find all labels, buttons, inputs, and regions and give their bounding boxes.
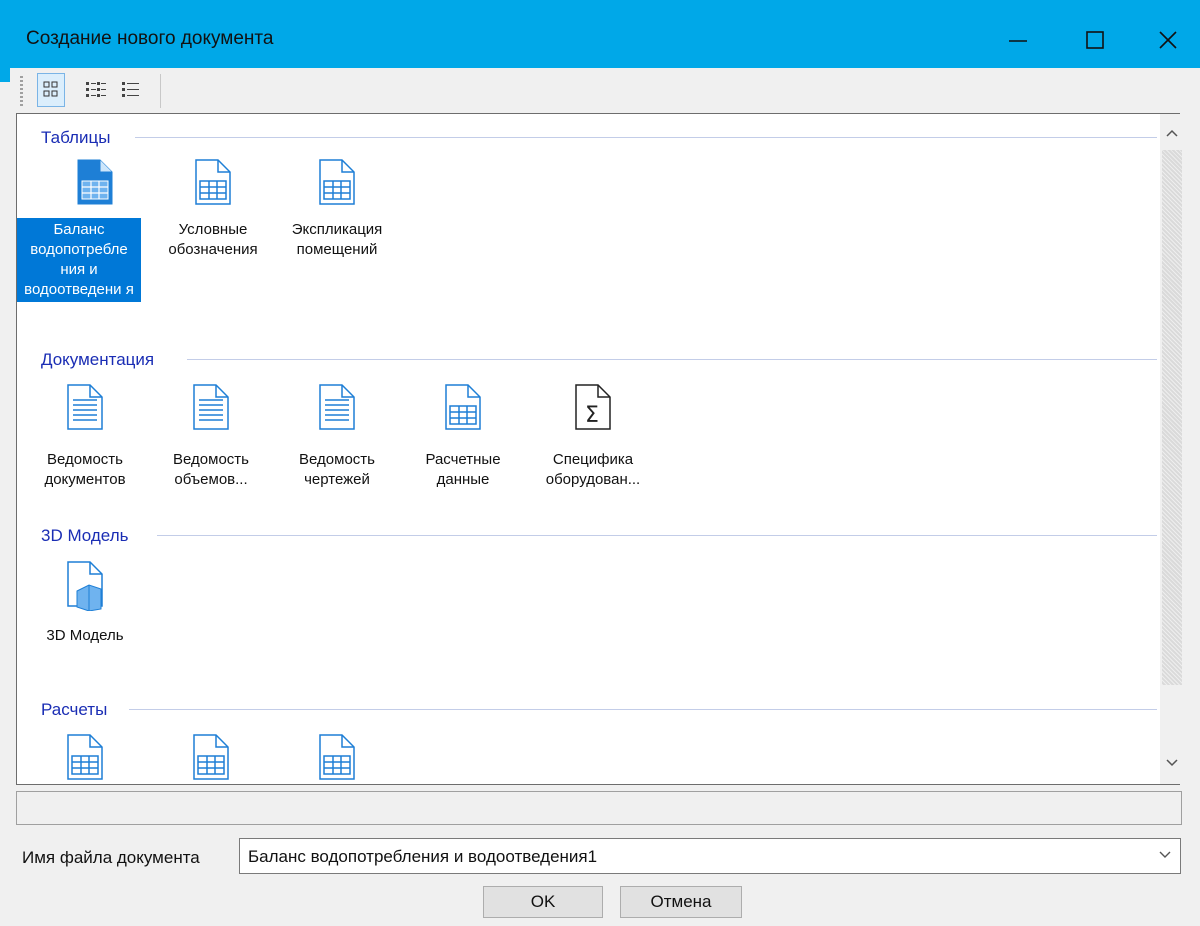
category-divider [129, 709, 1157, 710]
template-item[interactable]: Расчетные данные [401, 448, 525, 492]
category-divider [187, 359, 1157, 360]
scroll-up-icon[interactable] [1166, 128, 1178, 138]
template-item[interactable]: Условные обозначения [151, 218, 275, 262]
table-document-icon[interactable] [195, 159, 231, 205]
template-label: Условные обозначения [168, 221, 258, 258]
filename-label: Имя файла документа [22, 848, 200, 867]
category-header-calculations: Расчеты [41, 700, 108, 719]
text-document-icon[interactable] [319, 384, 355, 430]
ok-button[interactable]: OK [483, 886, 603, 918]
template-item[interactable]: 3D Модель [23, 624, 147, 648]
template-label: Ведомость чертежей [299, 451, 375, 488]
list-view-icon [122, 82, 139, 97]
template-label: Ведомость документов [44, 451, 126, 488]
toolbar-grip[interactable] [20, 76, 23, 106]
template-item[interactable]: Ведомость документов [23, 448, 147, 492]
template-item[interactable]: Экспликация помещений [275, 218, 399, 262]
svg-text:Σ: Σ [585, 403, 599, 428]
small-icons-view-button[interactable] [82, 73, 110, 107]
maximize-button[interactable] [1062, 10, 1132, 72]
minimize-button[interactable] [984, 10, 1054, 72]
filename-value: Баланс водопотребления и водоотведения1 [248, 847, 598, 866]
text-document-icon[interactable] [67, 384, 103, 430]
table-document-icon[interactable] [445, 384, 481, 430]
maximize-icon [1086, 31, 1104, 49]
small-icons-view-icon [86, 82, 106, 97]
template-label: Расчетные данные [425, 451, 501, 488]
scroll-down-icon[interactable] [1166, 758, 1178, 768]
template-label: Ведомость объемов... [173, 451, 249, 488]
category-header-3d-model: 3D Модель [41, 526, 129, 545]
template-item[interactable]: Специфика оборудован... [531, 448, 655, 492]
filename-combobox[interactable]: Баланс водопотребления и водоотведения1 [239, 838, 1181, 874]
table-document-icon[interactable] [193, 734, 229, 780]
view-toolbar [10, 68, 1200, 112]
scrollbar-thumb[interactable] [1162, 150, 1182, 685]
table-document-icon[interactable] [67, 734, 103, 780]
table-document-icon[interactable] [77, 159, 113, 205]
category-header-documentation: Документация [41, 350, 155, 369]
3d-model-document-icon[interactable] [67, 561, 103, 611]
template-item[interactable]: Баланс водопотребле ния и водоотведени я [17, 218, 141, 302]
table-document-icon[interactable] [319, 159, 355, 205]
close-button[interactable] [1134, 10, 1200, 72]
chevron-down-icon[interactable] [1158, 849, 1172, 861]
list-view-button[interactable] [117, 73, 145, 107]
templates-panel[interactable]: Таблицы Баланс водопотребле ния и водоот… [16, 113, 1180, 785]
window-title: Создание нового документа [26, 28, 274, 49]
text-document-icon[interactable] [193, 384, 229, 430]
table-document-icon[interactable] [319, 734, 355, 780]
large-icons-view-button[interactable] [37, 73, 65, 107]
template-label: Баланс водопотребле ния и водоотведени я [17, 218, 141, 302]
toolbar-separator [160, 74, 161, 108]
template-item[interactable]: Ведомость чертежей [275, 448, 399, 492]
sigma-document-icon[interactable]: Σ [575, 384, 611, 430]
category-header-tables: Таблицы [41, 128, 111, 147]
template-label: Специфика оборудован... [545, 451, 641, 488]
close-icon [1159, 31, 1177, 49]
large-icons-view-icon [43, 81, 58, 97]
minimize-icon [1009, 40, 1027, 42]
template-label: 3D Модель [46, 627, 124, 644]
cancel-button[interactable]: Отмена [620, 886, 742, 918]
template-item[interactable]: Ведомость объемов... [149, 448, 273, 492]
category-divider [135, 137, 1157, 138]
template-label: Экспликация помещений [291, 221, 383, 258]
category-divider [157, 535, 1157, 536]
description-box [16, 791, 1182, 825]
